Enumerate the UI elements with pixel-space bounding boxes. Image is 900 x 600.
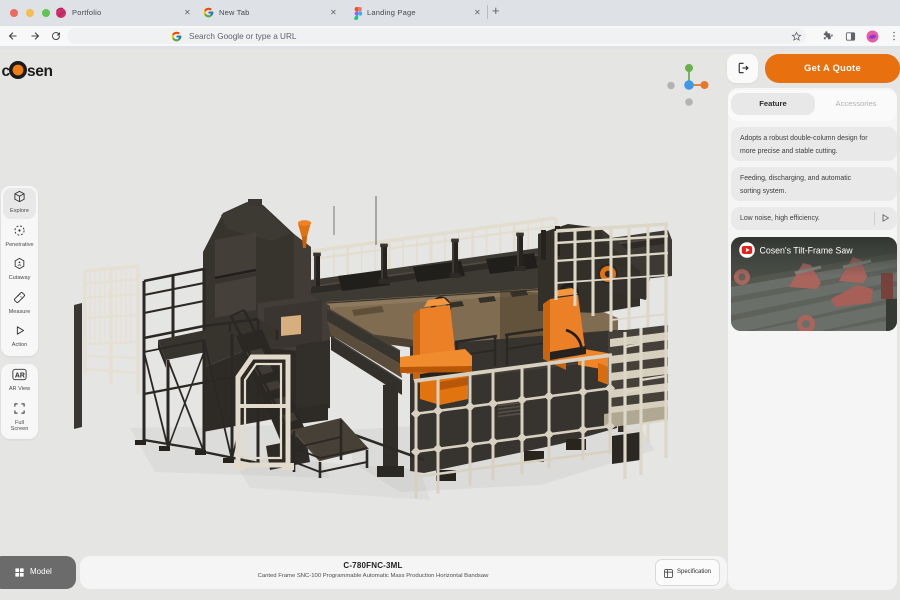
svg-text:Cosen's Tilt-Frame Saw: Cosen's Tilt-Frame Saw (760, 245, 854, 255)
svg-text:AR: AR (15, 372, 25, 379)
svg-text:sen: sen (27, 63, 53, 80)
